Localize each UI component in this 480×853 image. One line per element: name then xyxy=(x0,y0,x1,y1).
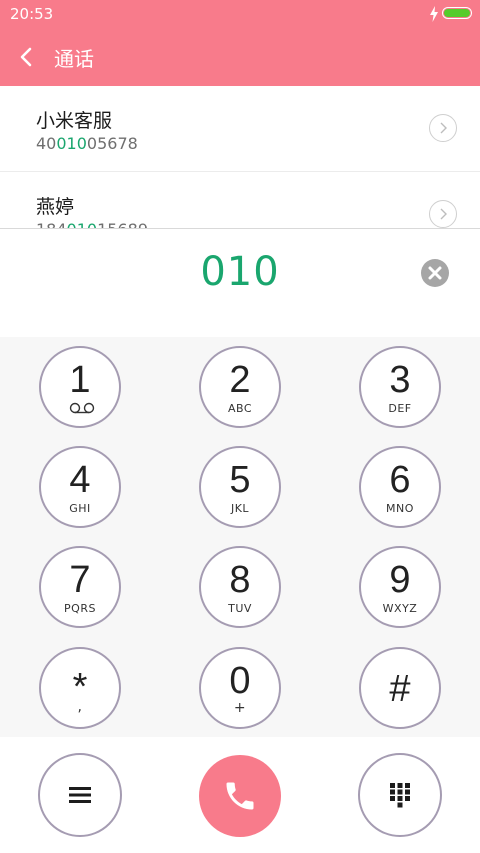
key-1[interactable]: 1 xyxy=(39,346,121,428)
key-letters: MNO xyxy=(386,502,414,515)
key-letters: GHI xyxy=(69,502,91,515)
contact-list: 小米客服 4001005678 燕婷 18401015689 xyxy=(0,86,480,228)
key-7[interactable]: 7 PQRS xyxy=(39,546,121,628)
key-6[interactable]: 6 MNO xyxy=(359,446,441,528)
key-4[interactable]: 4 GHI xyxy=(39,446,121,528)
key-digit: 0 xyxy=(229,660,251,702)
key-8[interactable]: 8 TUV xyxy=(199,546,281,628)
keypad-toggle-button[interactable] xyxy=(358,753,442,837)
key-letters: + xyxy=(233,700,247,716)
bottom-bar xyxy=(0,737,480,853)
contact-detail-button[interactable] xyxy=(429,200,457,228)
key-letters: PQRS xyxy=(64,602,96,615)
contact-name: 小米客服 xyxy=(36,110,113,132)
key-3[interactable]: 3 DEF xyxy=(359,346,441,428)
key-digit: 4 xyxy=(69,459,91,501)
key-letters: , xyxy=(77,699,83,715)
bolt-icon xyxy=(430,6,438,22)
contact-number: 18401015689 xyxy=(36,220,148,228)
key-5[interactable]: 5 JKL xyxy=(199,446,281,528)
key-letters: TUV xyxy=(228,602,252,615)
key-digit: 6 xyxy=(389,459,411,501)
menu-icon xyxy=(69,787,91,803)
battery-icon xyxy=(442,7,472,19)
menu-button[interactable] xyxy=(38,753,122,837)
key-letters: JKL xyxy=(230,502,250,515)
dialpad-icon xyxy=(390,783,410,808)
keypad: 1 2 ABC 3 DEF 4 GHI 5 JKL 6 MNO 7 PQRS 8… xyxy=(0,337,480,737)
list-item[interactable]: 小米客服 4001005678 xyxy=(0,86,480,171)
clear-icon[interactable] xyxy=(421,259,449,287)
key-letters: WXYZ xyxy=(382,602,418,615)
dialed-number[interactable]: 010 xyxy=(0,249,480,295)
contact-number: 4001005678 xyxy=(36,134,138,153)
key-digit: 3 xyxy=(389,359,411,401)
voicemail-icon xyxy=(69,402,95,414)
list-item[interactable]: 燕婷 18401015689 xyxy=(0,171,480,228)
key-digit: 7 xyxy=(69,559,91,601)
key-digit: 5 xyxy=(229,459,251,501)
key-0[interactable]: 0 + xyxy=(199,647,281,729)
key-digit: 9 xyxy=(389,559,411,601)
contact-detail-button[interactable] xyxy=(429,114,457,142)
key-digit: # xyxy=(389,668,411,710)
key-hash[interactable]: # xyxy=(359,647,441,729)
key-2[interactable]: 2 ABC xyxy=(199,346,281,428)
app-header: 通话 xyxy=(0,28,480,86)
key-digit: 1 xyxy=(69,359,91,401)
key-star[interactable]: * , xyxy=(39,647,121,729)
key-digit: 8 xyxy=(229,559,251,601)
status-bar: 20:53 xyxy=(0,0,480,28)
contact-name: 燕婷 xyxy=(36,196,75,218)
chevron-left-icon[interactable] xyxy=(16,45,38,69)
key-9[interactable]: 9 WXYZ xyxy=(359,546,441,628)
key-digit: 2 xyxy=(229,359,251,401)
call-button[interactable] xyxy=(199,755,281,837)
chevron-right-icon xyxy=(440,122,447,134)
dial-display: 010 xyxy=(0,229,480,337)
status-time: 20:53 xyxy=(10,5,54,23)
key-letters: DEF xyxy=(388,402,412,415)
key-letters: ABC xyxy=(227,402,253,415)
page-title: 通话 xyxy=(54,47,94,71)
chevron-right-icon xyxy=(440,208,447,220)
phone-icon xyxy=(226,782,254,810)
